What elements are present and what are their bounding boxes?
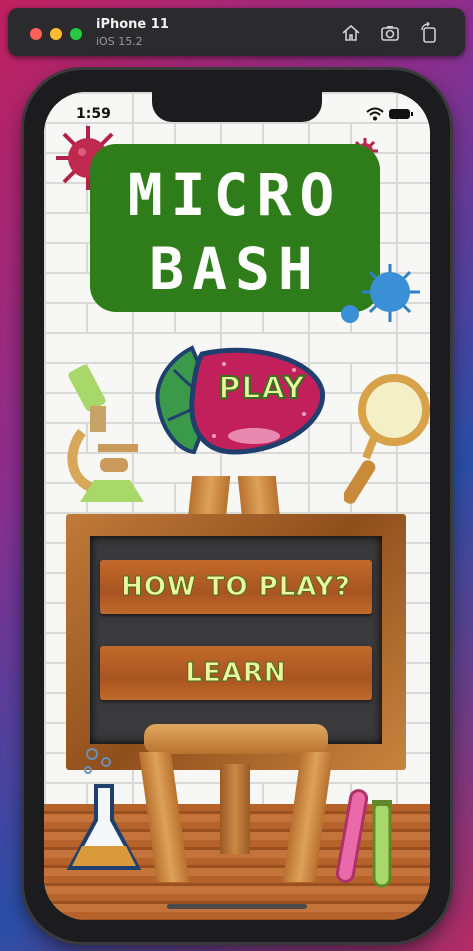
test-tubes-icon [335,782,406,896]
learn-button[interactable]: LEARN [100,646,372,700]
microscope-icon [64,362,156,516]
blue-virus-icon [336,260,424,334]
screenshot-icon[interactable] [379,22,401,44]
flask-icon [62,742,146,886]
device-name: iPhone 11 [96,17,169,32]
close-window-button[interactable] [30,28,42,40]
app-screen: 1:59 MICRO BASH PLAY HOW TO PLAY? LEARN [44,92,430,920]
wifi-icon [366,106,384,125]
home-indicator[interactable] [167,904,307,909]
easel-leg-back [220,764,250,854]
notch [152,92,322,122]
home-icon[interactable] [340,22,362,44]
zoom-window-button[interactable] [70,28,82,40]
magnifying-glass-icon [342,370,430,514]
minimize-window-button[interactable] [50,28,62,40]
battery-icon [388,106,414,125]
iphone-frame: 1:59 MICRO BASH PLAY HOW TO PLAY? LEARN [24,70,450,942]
simulator-toolbar: iPhone 11 iOS 15.2 [8,8,465,56]
title-line-1: MICRO [127,161,343,229]
rotate-icon[interactable] [418,21,440,44]
learn-label: LEARN [185,658,287,689]
easel-ledge [144,724,328,754]
play-label: PLAY [217,370,306,407]
os-version: iOS 15.2 [96,35,143,48]
how-to-play-label: HOW TO PLAY? [121,572,351,603]
chalkboard: HOW TO PLAY? LEARN [90,536,382,744]
how-to-play-button[interactable]: HOW TO PLAY? [100,560,372,614]
